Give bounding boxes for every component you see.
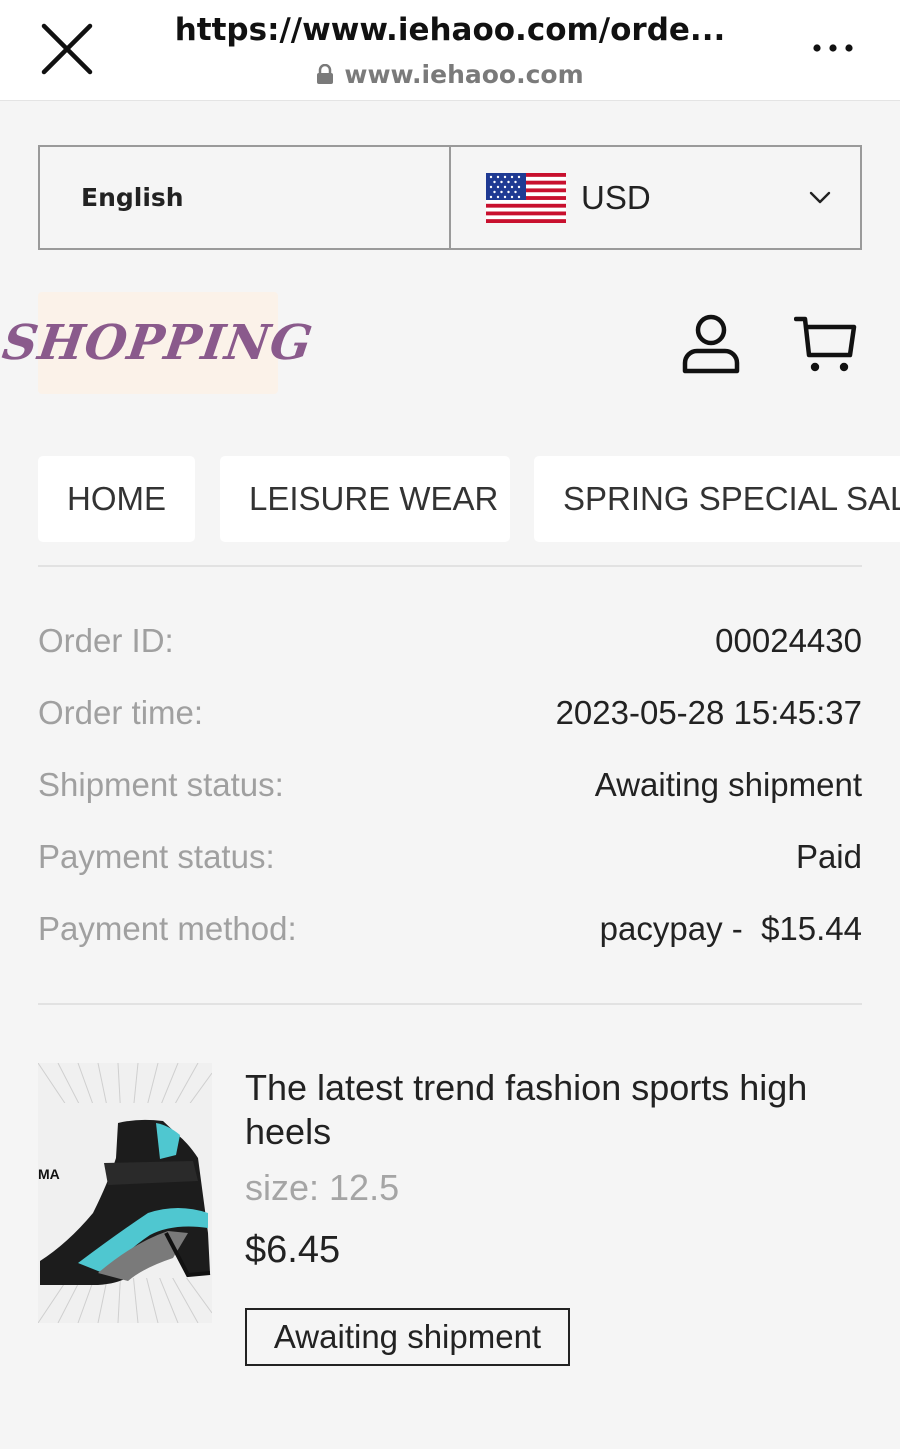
payment-status-value: Paid [795, 838, 862, 875]
payment-method-label: Payment method: [38, 910, 297, 947]
close-icon[interactable] [38, 22, 96, 78]
order-time-value: 2023-05-28 15:45:37 [555, 694, 862, 731]
chevron-down-icon [809, 191, 831, 204]
url-domain: www.iehaoo.com [130, 60, 770, 89]
nav-item-leisure-wear[interactable]: LEISURE WEAR [220, 456, 510, 542]
product-image[interactable]: MA [38, 1063, 212, 1323]
divider [38, 565, 862, 567]
lock-icon [317, 64, 334, 84]
currency-select[interactable]: USD [451, 147, 860, 248]
browser-toolbar: https://www.iehaoo.com/orde... www.iehao… [0, 0, 900, 101]
divider [38, 1003, 862, 1005]
payment-method-value: pacypay - $15.44 [599, 910, 862, 947]
product-title[interactable]: The latest trend fashion sports high hee… [245, 1066, 865, 1154]
shipment-status-label: Shipment status: [38, 766, 284, 803]
more-horizontal-icon[interactable] [808, 30, 858, 66]
shipment-status-value: Awaiting shipment [594, 766, 862, 803]
payment-status-row: Payment status: Paid [38, 837, 862, 877]
order-id-label: Order ID: [38, 622, 174, 659]
order-time-row: Order time: 2023-05-28 15:45:37 [38, 693, 862, 733]
logo-text: SHOPPING [0, 315, 317, 371]
currency-label: USD [581, 178, 651, 216]
product-brand-text: MA [38, 1166, 60, 1182]
domain-text: www.iehaoo.com [344, 60, 584, 89]
us-flag-icon [486, 172, 566, 223]
main-nav: HOME LEISURE WEAR SPRING SPECIAL SALE [38, 456, 900, 542]
nav-item-home[interactable]: HOME [38, 456, 195, 542]
shipment-status-row: Shipment status: Awaiting shipment [38, 765, 862, 805]
user-icon[interactable] [681, 313, 741, 375]
store-logo[interactable]: SHOPPING [0, 292, 317, 394]
language-select[interactable]: English [40, 147, 451, 248]
order-id-row: Order ID: 00024430 [38, 621, 862, 661]
order-time-label: Order time: [38, 694, 204, 731]
product-status-badge: Awaiting shipment [245, 1308, 570, 1366]
nav-item-spring-special-sale[interactable]: SPRING SPECIAL SALE [534, 456, 900, 542]
order-id-value: 00024430 [715, 622, 862, 659]
product-price: $6.45 [245, 1229, 341, 1271]
product-size: size: 12.5 [245, 1167, 400, 1208]
payment-status-label: Payment status: [38, 838, 275, 875]
payment-method-row: Payment method: pacypay - $15.44 [38, 909, 862, 949]
locale-selector: English USD [38, 145, 862, 250]
cart-icon[interactable] [793, 313, 858, 375]
url-title[interactable]: https://www.iehaoo.com/orde... [130, 12, 770, 48]
